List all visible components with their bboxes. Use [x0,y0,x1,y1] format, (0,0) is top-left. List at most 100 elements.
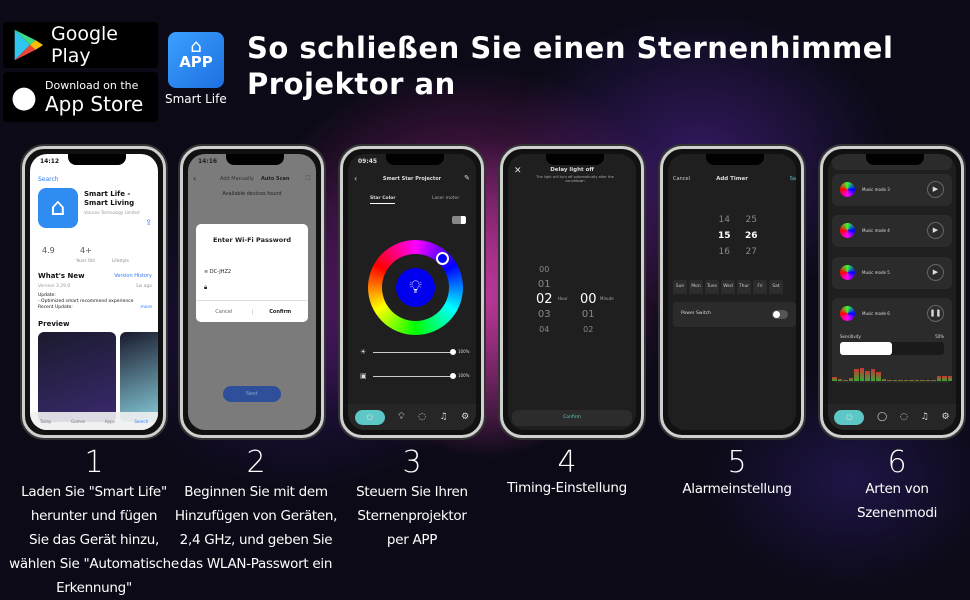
settings-icon[interactable]: ⚙ [461,412,469,422]
confirm-button[interactable]: Confirm [512,410,632,426]
play-icon[interactable]: ▶ [927,181,944,198]
music-mode-item[interactable]: Music mode 5 ▶ [832,257,952,289]
caption-line: Sternenprojektor [357,508,467,524]
scan-icon[interactable]: ⛶ [306,175,310,183]
app-subtitle: Smart Living [84,199,135,207]
caption-line: Szenenmodi [856,505,938,521]
update-line: Recent Update: [38,305,73,310]
title-line-1: So schließen Sie einen Sternenhimmel [247,31,894,65]
tab-auto-scan[interactable]: Auto Scan [261,176,290,182]
version-history-link[interactable]: Version History [114,273,152,279]
sensitivity-label: Sensitivity [840,334,861,339]
tab-today[interactable]: Today [40,419,52,424]
color-wheel[interactable]: 💡︎ [368,240,463,335]
hour-label: Hour [558,296,568,301]
brightness-icon: ☀ [360,348,367,356]
mode-label: Music mode 3 [862,187,890,192]
color-picker-handle[interactable] [436,252,449,265]
day-thu[interactable]: Thur [737,280,751,294]
google-play-badge[interactable]: Google Play [3,22,158,68]
pause-icon[interactable]: ❚❚ [927,305,944,322]
hour-option[interactable]: 14 [718,212,731,228]
brightness-slider[interactable] [373,349,456,355]
sensitivity-value: 50% [935,334,944,339]
confirm-button[interactable]: Confirm [251,308,309,315]
music-mode-item-active[interactable]: Music mode 6 ❚❚ Sensitivity 50% [832,298,952,383]
day-mon[interactable]: Mon [689,280,703,294]
edit-icon[interactable]: ✎ [464,174,470,182]
light-icon[interactable]: 💡︎ [398,412,404,422]
light-icon[interactable]: ◯ [877,412,887,422]
wifi-password-dialog: Enter Wi-Fi Password ≋ DC-JHZ2 🔒︎ Cancel… [196,224,308,322]
day-wed[interactable]: Wed [721,280,735,294]
caption-line: Erkennung" [56,580,132,596]
power-button[interactable]: ⏻ [834,409,865,425]
hour-option[interactable]: 03 [536,307,553,322]
password-field[interactable]: 🔒︎ [204,284,300,294]
app-store-badge[interactable]: ● Download on the App Store [3,72,158,122]
hour-option[interactable]: 16 [718,244,731,260]
wifi-ssid: DC-JHZ2 [209,269,232,275]
hour-option[interactable]: 04 [536,322,553,337]
next-button[interactable]: Next [223,386,281,402]
settings-icon[interactable]: ⚙ [942,412,950,422]
step-number: 5 [727,445,747,480]
power-switch-row: Power Switch [673,302,796,327]
scene-icon[interactable]: ◌ [900,412,908,422]
mode-toggle[interactable] [452,216,466,224]
speed-slider[interactable] [373,373,456,379]
minute-selected[interactable]: 26 [745,228,758,244]
save-button[interactable]: Sa [790,176,796,182]
more-link[interactable]: more [140,305,152,310]
visualizer-bar [936,376,941,381]
smart-life-app-icon[interactable]: ⌂ APP [168,32,224,88]
day-tue[interactable]: Tues [705,280,719,294]
caption-line: wählen Sie "Automatische [9,556,179,572]
music-icon[interactable]: ♫ [921,412,929,422]
tab-star-color[interactable]: Star Color [370,196,396,204]
app-store-small-label: Download on the [45,78,139,92]
visualizer-bar [870,369,875,381]
play-icon[interactable]: ▶ [927,264,944,281]
music-mode-item[interactable]: Music mode 4 ▶ [832,215,952,247]
music-mode-item[interactable]: Music mode 3 ▶ [832,174,952,206]
day-sun[interactable]: Sun [673,280,687,294]
day-sat[interactable]: Sat [769,280,783,294]
music-icon[interactable]: ♫ [440,412,448,422]
step-caption: Steuern Sie Ihren Sternenprojektor per APP [324,480,500,552]
visualizer-bar [859,368,864,381]
minute-option[interactable]: 27 [745,244,758,260]
hour-selected[interactable]: 02 [536,292,553,307]
caption-line: Beginnen Sie mit dem [184,484,328,500]
share-icon[interactable]: ⇪ [145,218,152,227]
tab-laser-motor[interactable]: Laser motor [432,196,459,201]
visualizer-bar [876,372,881,381]
whats-new-heading: What's New [38,272,85,280]
minute-selected[interactable]: 00 [580,292,597,307]
phone-add-timer: Cancel Add Timer Sa 14 15 16 25 26 27 Su… [660,146,804,438]
play-icon[interactable]: ▶ [927,222,944,239]
day-fri[interactable]: Fri [753,280,767,294]
brightness-value: 100% [458,349,470,354]
back-icon[interactable]: ‹ [193,174,196,183]
cancel-button[interactable]: Cancel [196,309,252,315]
preview-image [38,332,116,422]
smart-life-icon: ⌂ [38,188,78,228]
hour-selected[interactable]: 15 [718,228,731,244]
hour-option[interactable]: 00 [536,262,553,277]
power-switch-toggle[interactable] [772,310,788,319]
status-time: 14:16 [198,158,218,165]
back-search-link[interactable]: Search [38,176,59,183]
scene-icon[interactable]: ◌ [418,412,426,422]
hour-option[interactable]: 01 [536,277,553,292]
tab-add-manually[interactable]: Add Manually [220,176,254,182]
minute-option[interactable]: 01 [580,307,597,322]
tab-search[interactable]: Search [134,419,148,424]
tab-apps[interactable]: Apps [105,419,115,424]
power-button[interactable]: ⏻ [354,409,385,425]
tab-bar: Today Games Apps Search [30,412,158,430]
tab-games[interactable]: Games [71,419,85,424]
minute-option[interactable]: 02 [580,322,597,337]
sensitivity-slider[interactable] [840,342,944,355]
minute-option[interactable]: 25 [745,212,758,228]
